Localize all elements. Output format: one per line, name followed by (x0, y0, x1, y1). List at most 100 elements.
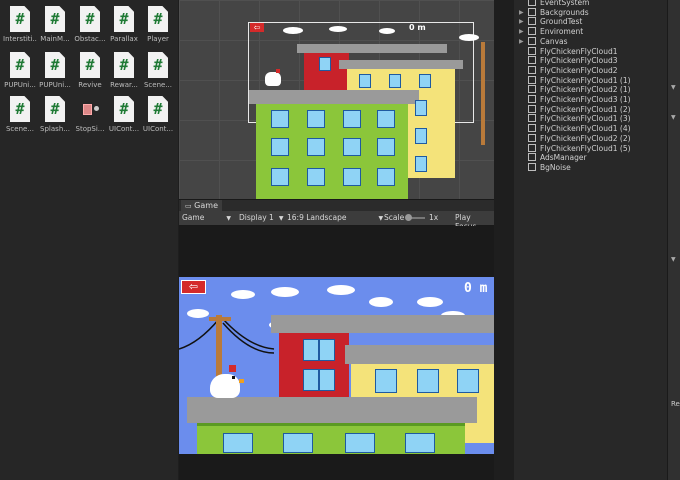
asset-item[interactable]: # UICont... (107, 96, 141, 133)
hierarchy-item[interactable]: FlyChickenFlyCloud2 (1) (528, 85, 631, 95)
hierarchy-item[interactable]: ▶ Canvas (519, 36, 568, 47)
roof (271, 315, 494, 333)
gameobject-icon (528, 124, 536, 133)
window (307, 110, 325, 128)
asset-item[interactable]: # Player (141, 6, 175, 43)
expand-arrow-icon[interactable]: ▶ (519, 8, 524, 18)
script-icon: # (10, 6, 30, 32)
expand-arrow-icon[interactable]: ▶ (519, 27, 524, 37)
asset-item[interactable]: StopSi... (73, 96, 107, 133)
hierarchy-item[interactable]: FlyChickenFlyCloud2 (528, 65, 618, 76)
asset-label: Revive (78, 81, 102, 89)
hierarchy-item[interactable]: FlyChickenFlyCloud1 (5) (528, 143, 631, 154)
chicken-body (210, 374, 240, 398)
gameobject-icon (528, 46, 536, 55)
gameobject-icon (528, 65, 536, 74)
script-icon: # (148, 6, 168, 32)
asset-item[interactable]: # Scene... (3, 96, 37, 133)
utility-pole (481, 42, 485, 145)
hierarchy-item-label: GroundTest (540, 17, 583, 27)
script-icon: # (114, 52, 134, 78)
expand-arrow-icon[interactable]: ▶ (519, 37, 524, 47)
asset-item[interactable]: # Revive (73, 52, 107, 89)
script-icon: # (148, 52, 168, 78)
gameobject-icon (528, 114, 536, 123)
gameobject-icon (528, 162, 536, 171)
hierarchy-item[interactable]: FlyChickenFlyCloud1 (1) (528, 75, 631, 86)
window (223, 433, 253, 453)
scale-slider[interactable] (405, 214, 425, 221)
display-dropdown[interactable]: Display 1 ▼ (239, 213, 283, 222)
hierarchy-item[interactable]: FlyChickenFlyCloud1 (528, 46, 618, 57)
hierarchy-item[interactable]: FlyChickenFlyCloud3 (528, 56, 618, 66)
asset-item[interactable]: # Parallax (107, 6, 141, 43)
hierarchy-item[interactable]: FlyChickenFlyCloud1 (4) (528, 124, 631, 134)
back-button-scene[interactable]: ⇦ (250, 23, 264, 32)
window (343, 138, 361, 156)
hierarchy-item-label: Enviroment (540, 27, 584, 37)
window (343, 110, 361, 128)
game-mode-dropdown[interactable]: Game ▼ (182, 213, 231, 222)
script-glyph: # (15, 10, 25, 28)
game-canvas[interactable]: ⇦ 0 m (179, 277, 494, 454)
window (415, 100, 427, 116)
script-icon: # (80, 52, 100, 78)
hierarchy-panel: EventSystem ▶ Backgrounds ▶ GroundTest ▶ Envir… (514, 0, 667, 480)
window (345, 433, 375, 453)
asset-item[interactable]: # Splash... (38, 96, 72, 133)
asset-item[interactable]: # UICont... (141, 96, 175, 133)
asset-label: UICont... (142, 125, 174, 133)
hierarchy-item-label: FlyChickenFlyCloud3 (1) (540, 95, 631, 104)
window (319, 339, 335, 361)
hierarchy-item[interactable]: FlyChickenFlyCloud3 (1) (528, 95, 631, 105)
window (375, 369, 397, 393)
chicken-sprite (265, 72, 281, 86)
hierarchy-item[interactable]: ▶ Backgrounds (519, 7, 589, 18)
collapse-arrow-icon[interactable]: ▼ (671, 114, 676, 121)
asset-item[interactable]: # MainM... (38, 6, 72, 43)
hierarchy-item-label: FlyChickenFlyCloud1 (2) (540, 104, 631, 114)
scene-view[interactable]: ⇦ 0 m (179, 0, 494, 199)
asset-label: PUPUni... (4, 81, 36, 89)
asset-item[interactable]: # Interstiti... (3, 6, 37, 43)
expand-arrow-icon[interactable]: ▶ (519, 17, 524, 27)
hierarchy-item[interactable]: BgNoise (528, 162, 571, 173)
aspect-dropdown[interactable]: 16:9 Landscape ▼ (287, 213, 383, 222)
window (271, 110, 289, 128)
asset-item[interactable]: # PUPUni... (3, 52, 37, 89)
window (415, 156, 427, 172)
hierarchy-item[interactable]: FlyChickenFlyCloud1 (3) (528, 114, 631, 124)
panel-divider[interactable] (494, 0, 514, 480)
asset-item[interactable]: # Rewar... (107, 52, 141, 89)
script-glyph: # (153, 100, 163, 118)
asset-label: Interstiti... (3, 35, 37, 43)
hierarchy-item-label: FlyChickenFlyCloud1 (3) (540, 114, 631, 124)
window (415, 128, 427, 144)
hierarchy-item[interactable]: FlyChickenFlyCloud2 (2) (528, 133, 631, 144)
dropdown-arrow-icon: ▼ (226, 215, 231, 222)
asset-item[interactable]: # PUPUni... (38, 52, 72, 89)
gameobject-icon (528, 133, 536, 142)
asset-label: MainM... (40, 35, 70, 43)
asset-label: PUPUni... (39, 81, 71, 89)
asset-item[interactable]: # Scene... (141, 52, 175, 89)
asset-label: Obstac... (74, 35, 106, 43)
dropdown-arrow-icon: ▼ (278, 215, 284, 222)
hierarchy-item[interactable]: AdsManager (528, 153, 587, 163)
collapse-arrow-icon[interactable]: ▼ (671, 256, 676, 263)
hierarchy-item-label: FlyChickenFlyCloud2 (2) (540, 133, 631, 143)
hierarchy-item[interactable]: FlyChickenFlyCloud1 (2) (528, 104, 631, 115)
script-icon: # (80, 6, 100, 32)
hierarchy-item-label: Backgrounds (540, 7, 589, 17)
script-glyph: # (15, 100, 25, 118)
slider-handle[interactable] (405, 214, 412, 221)
collapse-arrow-icon[interactable]: ▼ (671, 84, 676, 91)
window (419, 74, 431, 88)
gameobject-icon (528, 56, 536, 65)
hierarchy-item[interactable]: ▶ GroundTest (519, 17, 583, 27)
asset-label: Scene... (143, 81, 173, 89)
gameobject-icon (528, 17, 536, 26)
asset-label: StopSi... (75, 125, 105, 133)
asset-item[interactable]: # Obstac... (73, 6, 107, 43)
hierarchy-item[interactable]: ▶ Enviroment (519, 27, 584, 37)
